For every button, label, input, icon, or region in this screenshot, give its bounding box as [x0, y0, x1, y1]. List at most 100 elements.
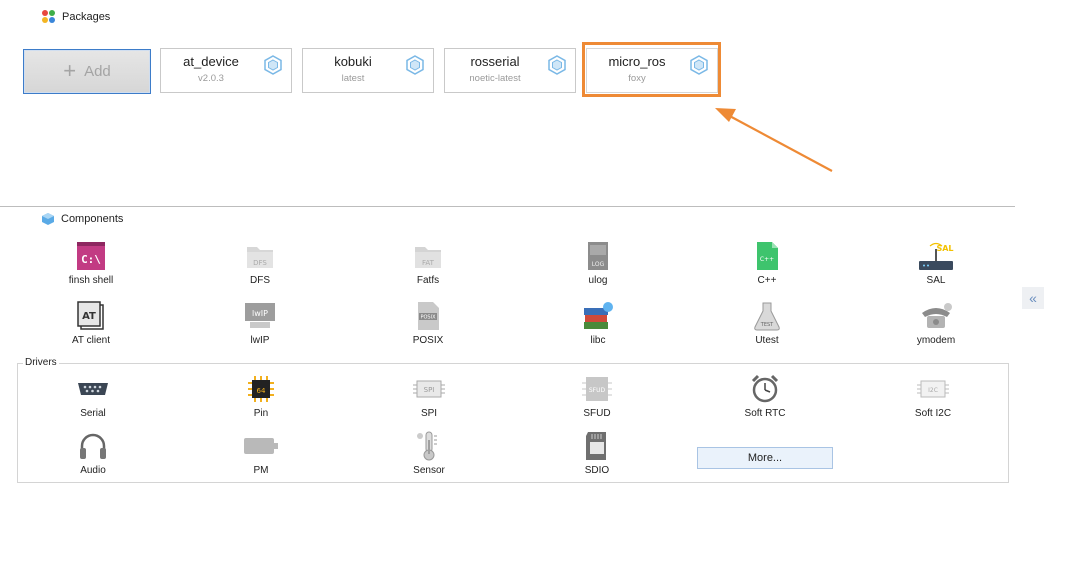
packages-icon	[42, 10, 56, 24]
component-label: finsh shell	[68, 275, 114, 286]
driver-label: Soft RTC	[744, 408, 786, 419]
driver-pm[interactable]: PM	[206, 430, 316, 476]
flask-icon: TEST	[754, 302, 780, 331]
component-label: Utest	[755, 335, 779, 346]
headphones-icon	[80, 433, 106, 459]
component-libc[interactable]: libc	[543, 300, 653, 346]
package-cube-icon	[264, 55, 282, 75]
section-divider	[0, 206, 1015, 207]
component-dfs[interactable]: DFS DFS	[205, 240, 315, 286]
component-fatfs[interactable]: FAT Fatfs	[373, 240, 483, 286]
driver-label: Pin	[253, 408, 269, 419]
sfud-chip-icon: SFUD	[582, 377, 612, 401]
package-name: rosserial	[470, 54, 520, 69]
svg-text:POSIX: POSIX	[420, 315, 436, 321]
driver-label: PM	[253, 465, 269, 476]
component-label: POSIX	[412, 335, 444, 346]
i2c-chip-icon: I2C	[917, 380, 949, 398]
driver-label: SPI	[420, 408, 438, 419]
component-label: ymodem	[916, 335, 956, 346]
svg-text:64: 64	[257, 387, 266, 395]
driver-sfud[interactable]: SFUD SFUD	[542, 373, 652, 419]
component-label: Fatfs	[416, 275, 440, 286]
driver-sensor[interactable]: Sensor	[374, 430, 484, 476]
posix-file-icon: POSIX	[418, 302, 439, 330]
components-title: Components	[61, 213, 124, 225]
spi-chip-icon: SPI	[413, 380, 445, 398]
driver-label: Soft I2C	[914, 408, 952, 419]
svg-text:SFUD: SFUD	[589, 387, 606, 394]
component-label: DFS	[250, 275, 270, 286]
highlight-box	[582, 42, 721, 97]
chip-icon: 64	[248, 376, 274, 402]
package-version: latest	[341, 73, 365, 84]
svg-text:LOG: LOG	[592, 261, 605, 268]
package-card-at-device[interactable]: at_device v2.0.3	[160, 48, 292, 93]
cpp-file-icon: C++	[757, 242, 778, 270]
drivers-title: Drivers	[23, 357, 59, 368]
component-label: lwIP	[250, 335, 270, 346]
lwip-board-icon: lwIP	[245, 303, 275, 328]
packages-title: Packages	[62, 11, 111, 23]
package-cube-icon	[406, 55, 424, 75]
component-ulog[interactable]: LOG ulog	[543, 240, 653, 286]
svg-text:C:\: C:\	[81, 253, 101, 266]
component-utest[interactable]: TEST Utest	[712, 300, 822, 346]
component-at-client[interactable]: AT AT client	[36, 300, 146, 346]
svg-text:AT: AT	[82, 311, 96, 322]
driver-serial[interactable]: Serial	[38, 373, 148, 419]
driver-audio[interactable]: Audio	[38, 430, 148, 476]
add-package-button[interactable]: + Add	[23, 49, 151, 94]
collapse-panel-button[interactable]: «	[1022, 287, 1044, 309]
thermometer-icon	[417, 431, 437, 461]
component-label: AT client	[72, 335, 110, 346]
at-icon: AT	[77, 301, 104, 330]
driver-label: Serial	[80, 408, 106, 419]
driver-label: Audio	[80, 465, 106, 476]
components-header: Components	[41, 212, 123, 226]
package-card-kobuki[interactable]: kobuki latest	[302, 48, 434, 93]
svg-text:SAL: SAL	[936, 244, 953, 253]
driver-spi[interactable]: SPI SPI	[374, 373, 484, 419]
component-sal[interactable]: SAL SAL	[881, 240, 991, 286]
component-finsh-shell[interactable]: C:\ finsh shell	[36, 240, 146, 286]
component-posix[interactable]: POSIX POSIX	[373, 300, 483, 346]
battery-icon	[244, 438, 278, 454]
double-chevron-left-icon: «	[1029, 290, 1037, 306]
package-version: noetic-latest	[469, 73, 521, 84]
components-cube-icon	[42, 213, 54, 225]
component-lwip[interactable]: lwIP lwIP	[205, 300, 315, 346]
driver-label: SDIO	[584, 465, 610, 476]
svg-text:SPI: SPI	[424, 386, 435, 394]
annotation-arrow-icon	[715, 108, 833, 172]
component-label: ulog	[588, 275, 608, 286]
component-ymodem[interactable]: ymodem	[881, 300, 991, 346]
svg-text:C++: C++	[760, 256, 774, 263]
drivers-group	[17, 363, 1009, 483]
log-file-icon: LOG	[588, 242, 608, 270]
driver-label: SFUD	[583, 408, 611, 419]
driver-pin[interactable]: 64 Pin	[206, 373, 316, 419]
package-card-rosserial[interactable]: rosserial noetic-latest	[444, 48, 576, 93]
driver-sdio[interactable]: SDIO	[542, 430, 652, 476]
component-cpp[interactable]: C++ C++	[712, 240, 822, 286]
driver-soft-i2c[interactable]: I2C Soft I2C	[878, 373, 988, 419]
more-drivers-button[interactable]: More...	[697, 447, 833, 469]
driver-soft-rtc[interactable]: Soft RTC	[710, 373, 820, 419]
package-name: kobuki	[334, 54, 372, 69]
add-label: Add	[84, 63, 111, 80]
svg-text:FAT: FAT	[422, 259, 435, 267]
alarm-clock-icon	[751, 374, 779, 403]
books-icon	[584, 302, 613, 329]
plus-icon: +	[63, 57, 77, 83]
fat-folder-icon: FAT	[415, 247, 441, 268]
component-label: libc	[590, 335, 606, 346]
terminal-icon: C:\	[77, 242, 105, 270]
driver-label: Sensor	[413, 465, 445, 476]
package-name: at_device	[183, 54, 239, 69]
phone-icon	[922, 303, 952, 328]
router-icon: SAL	[919, 242, 954, 270]
sd-card-icon	[586, 432, 606, 460]
package-cube-icon	[548, 55, 566, 75]
component-label: C++	[757, 275, 777, 286]
